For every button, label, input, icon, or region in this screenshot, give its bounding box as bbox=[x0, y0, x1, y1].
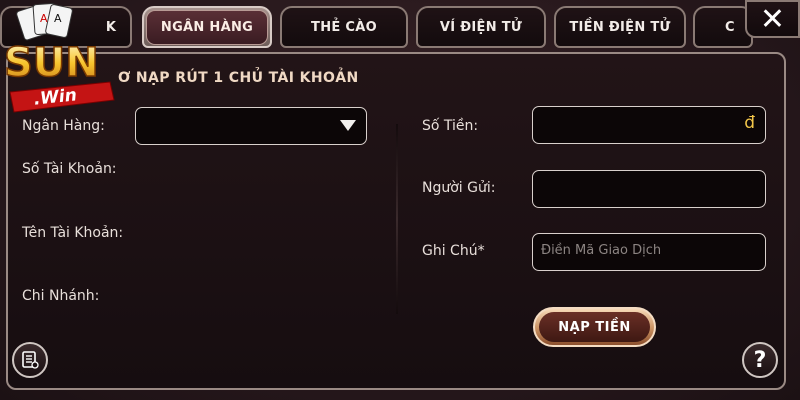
deposit-dialog: K NGÂN HÀNG THẺ CÀO VÍ ĐIỆN TỬ TIỀN ĐIỆN… bbox=[0, 0, 800, 400]
question-icon: ? bbox=[753, 347, 767, 373]
tab-partial-right[interactable]: C bbox=[693, 6, 753, 48]
account-name-label: Tên Tài Khoản: bbox=[22, 225, 124, 241]
note-placeholder: Điền Mã Giao Dịch bbox=[541, 243, 662, 258]
branch-label: Chi Nhánh: bbox=[22, 288, 100, 304]
amount-input[interactable]: đ bbox=[532, 106, 766, 144]
deposit-button-label: NẠP TIỀN bbox=[539, 312, 650, 342]
bank-label: Ngân Hàng: bbox=[22, 118, 105, 134]
sender-input[interactable] bbox=[532, 170, 766, 208]
help-button[interactable]: ? bbox=[742, 342, 778, 378]
svg-text:SUN: SUN bbox=[4, 40, 99, 86]
tab-label: C bbox=[725, 19, 735, 35]
tab-bank[interactable]: NGÂN HÀNG bbox=[142, 6, 272, 48]
tab-label: NGÂN HÀNG bbox=[145, 9, 269, 45]
playing-cards-icon: A A bbox=[16, 2, 73, 41]
svg-text:A: A bbox=[40, 12, 48, 25]
tab-e-wallet[interactable]: VÍ ĐIỆN TỬ bbox=[416, 6, 546, 48]
close-icon: ✕ bbox=[759, 1, 786, 37]
tab-label: VÍ ĐIỆN TỬ bbox=[439, 19, 523, 35]
column-divider bbox=[396, 124, 398, 314]
bank-select[interactable] bbox=[135, 107, 367, 145]
svg-text:.Win: .Win bbox=[33, 85, 78, 109]
svg-text:A: A bbox=[54, 12, 62, 25]
tab-label: TIỀN ĐIỆN TỬ bbox=[569, 19, 671, 35]
deposit-button[interactable]: NẠP TIỀN bbox=[533, 307, 656, 347]
amount-label: Số Tiền: bbox=[422, 118, 479, 134]
chevron-down-icon bbox=[340, 120, 356, 131]
document-list-icon bbox=[22, 351, 39, 369]
sunwin-logo: A A SUN .Win bbox=[3, 2, 115, 113]
tab-crypto[interactable]: TIỀN ĐIỆN TỬ bbox=[554, 6, 686, 48]
currency-symbol: đ bbox=[744, 113, 755, 133]
sender-label: Người Gửi: bbox=[422, 180, 496, 196]
tab-label: THẺ CÀO bbox=[311, 19, 377, 35]
tab-card[interactable]: THẺ CÀO bbox=[280, 6, 408, 48]
note-input[interactable]: Điền Mã Giao Dịch bbox=[532, 233, 766, 271]
note-label: Ghi Chú* bbox=[422, 243, 485, 259]
account-number-label: Số Tài Khoản: bbox=[22, 161, 117, 177]
history-button[interactable] bbox=[12, 342, 48, 378]
close-button[interactable]: ✕ bbox=[745, 0, 800, 38]
section-subtitle: Ơ NẠP RÚT 1 CHỦ TÀI KHOẢN bbox=[118, 70, 359, 86]
